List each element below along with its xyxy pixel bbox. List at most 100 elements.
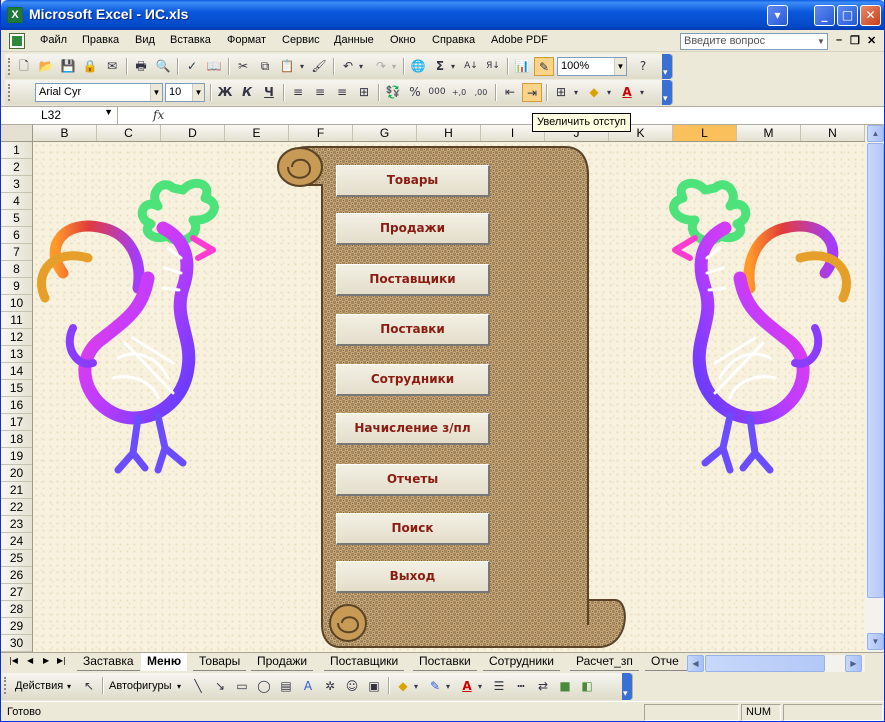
- column-header-c[interactable]: C: [97, 125, 161, 141]
- last-sheet-icon[interactable]: ▶|: [57, 656, 66, 665]
- row-header-22[interactable]: 22: [1, 499, 32, 516]
- row-header-17[interactable]: 17: [1, 414, 32, 431]
- toolbar-grip[interactable]: [8, 84, 11, 101]
- help-search-input[interactable]: Введите вопрос ▼: [680, 33, 828, 50]
- first-sheet-icon[interactable]: |◀: [9, 656, 18, 665]
- oval-icon[interactable]: ◯: [254, 677, 274, 696]
- chevron-down-icon[interactable]: ▼: [614, 58, 626, 75]
- sales-button[interactable]: Продажи: [336, 213, 490, 245]
- column-header-g[interactable]: G: [353, 125, 417, 141]
- wordart-icon[interactable]: A: [298, 677, 318, 696]
- toolbar-grip[interactable]: [8, 58, 11, 75]
- row-header-24[interactable]: 24: [1, 533, 32, 550]
- undo-icon[interactable]: ↶: [338, 57, 358, 76]
- paste-icon[interactable]: 📋: [277, 57, 297, 76]
- row-header-12[interactable]: 12: [1, 329, 32, 346]
- horizontal-scrollbar[interactable]: ◀ ▶: [687, 655, 865, 672]
- column-header-m[interactable]: M: [737, 125, 801, 141]
- document-icon[interactable]: [9, 33, 25, 49]
- close-button[interactable]: ✕: [860, 5, 881, 26]
- row-header-29[interactable]: 29: [1, 618, 32, 635]
- line-color-dropdown-icon[interactable]: ▾: [443, 677, 453, 696]
- suppliers-button[interactable]: Поставщики: [336, 264, 490, 296]
- chevron-down-icon[interactable]: ▼: [815, 34, 827, 49]
- format-painter-icon[interactable]: 🖌: [309, 57, 329, 76]
- zoom-select[interactable]: 100% ▼: [557, 57, 627, 76]
- row-header-9[interactable]: 9: [1, 278, 32, 295]
- sheet-tab-menu[interactable]: Меню: [141, 653, 188, 671]
- row-header-30[interactable]: 30: [1, 635, 32, 652]
- menu-format[interactable]: Формат: [227, 34, 266, 46]
- next-sheet-icon[interactable]: ▶: [43, 656, 49, 665]
- draw-actions-menu[interactable]: Действия: [15, 680, 63, 692]
- column-header-b[interactable]: B: [33, 125, 97, 141]
- paste-dropdown-icon[interactable]: ▾: [297, 57, 307, 76]
- arrow-icon[interactable]: ↘: [210, 677, 230, 696]
- doc-close-button[interactable]: ✕: [867, 34, 876, 47]
- column-header-n[interactable]: N: [801, 125, 865, 141]
- minimize-button[interactable]: _: [814, 5, 835, 26]
- select-objects-icon[interactable]: ↖: [79, 677, 99, 696]
- toolbar-grip[interactable]: [4, 677, 7, 694]
- chevron-down-icon[interactable]: ▾: [177, 682, 181, 691]
- sheet-tab-payroll[interactable]: Расчет_зп: [570, 653, 639, 671]
- hyperlink-icon[interactable]: 🌐: [408, 57, 428, 76]
- open-folder-icon[interactable]: 📂: [36, 57, 56, 76]
- borders-icon[interactable]: ⊞: [551, 83, 571, 102]
- borders-dropdown-icon[interactable]: ▾: [571, 83, 581, 102]
- align-left-icon[interactable]: ≡: [288, 83, 308, 102]
- drawing-icon[interactable]: ✎: [534, 57, 554, 76]
- cut-icon[interactable]: ✂: [233, 57, 253, 76]
- rectangle-icon[interactable]: ▭: [232, 677, 252, 696]
- chevron-down-icon[interactable]: ▼: [192, 84, 204, 101]
- column-header-f[interactable]: F: [289, 125, 353, 141]
- row-header-14[interactable]: 14: [1, 363, 32, 380]
- column-header-h[interactable]: H: [417, 125, 481, 141]
- vertical-scrollbar[interactable]: ▲ ▼: [865, 125, 884, 652]
- exit-button[interactable]: Выход: [336, 561, 490, 593]
- sheet-tab-deliveries[interactable]: Поставки: [413, 653, 477, 671]
- text-box-icon[interactable]: ▤: [276, 677, 296, 696]
- excel-app-icon[interactable]: [7, 7, 23, 23]
- increase-indent-icon[interactable]: ⇥: [522, 83, 542, 102]
- row-header-1[interactable]: 1: [1, 142, 32, 159]
- toolbar-options-icon[interactable]: [662, 54, 672, 79]
- row-header-21[interactable]: 21: [1, 482, 32, 499]
- select-all-corner[interactable]: [1, 125, 33, 142]
- name-box[interactable]: L32 ▼: [1, 107, 118, 124]
- decrease-decimal-icon[interactable]: ,00: [471, 83, 491, 102]
- row-header-5[interactable]: 5: [1, 210, 32, 227]
- sheet-tab-employees[interactable]: Сотрудники: [483, 653, 560, 671]
- menu-insert[interactable]: Вставка: [170, 34, 211, 46]
- font-color-icon[interactable]: A: [457, 677, 477, 696]
- fill-color-icon[interactable]: ◆: [393, 677, 413, 696]
- row-header-6[interactable]: 6: [1, 227, 32, 244]
- align-right-icon[interactable]: ≡: [332, 83, 352, 102]
- chevron-down-icon[interactable]: ▼: [104, 107, 113, 117]
- shadow-style-icon[interactable]: ■: [555, 677, 575, 696]
- employees-button[interactable]: Сотрудники: [336, 364, 490, 396]
- system-menu-icon[interactable]: ▾: [767, 5, 788, 26]
- autosum-icon[interactable]: Σ: [430, 57, 450, 76]
- autoshapes-menu[interactable]: Автофигуры: [109, 680, 172, 692]
- sheet-tab-sales[interactable]: Продажи: [251, 653, 314, 671]
- row-header-20[interactable]: 20: [1, 465, 32, 482]
- decrease-indent-icon[interactable]: ⇤: [500, 83, 520, 102]
- clip-art-icon[interactable]: ☺: [342, 677, 362, 696]
- row-header-18[interactable]: 18: [1, 431, 32, 448]
- chevron-down-icon[interactable]: ▼: [150, 84, 162, 101]
- print-icon[interactable]: 🖶: [131, 57, 151, 76]
- menu-file[interactable]: Файл: [40, 34, 67, 46]
- font-name-select[interactable]: Arial Cyr ▼: [35, 83, 163, 102]
- payroll-button[interactable]: Начисление з/пл: [336, 413, 490, 445]
- font-color-dropdown-icon[interactable]: ▾: [475, 677, 485, 696]
- sheet-tab-suppliers[interactable]: Поставщики: [324, 653, 405, 671]
- comma-style-icon[interactable]: 000: [427, 83, 447, 102]
- column-header-e[interactable]: E: [225, 125, 289, 141]
- fill-color-dropdown-icon[interactable]: ▾: [411, 677, 421, 696]
- doc-minimize-button[interactable]: –: [836, 34, 842, 46]
- line-icon[interactable]: ╲: [188, 677, 208, 696]
- row-header-16[interactable]: 16: [1, 397, 32, 414]
- search-button[interactable]: Поиск: [336, 513, 490, 545]
- menu-view[interactable]: Вид: [135, 34, 155, 46]
